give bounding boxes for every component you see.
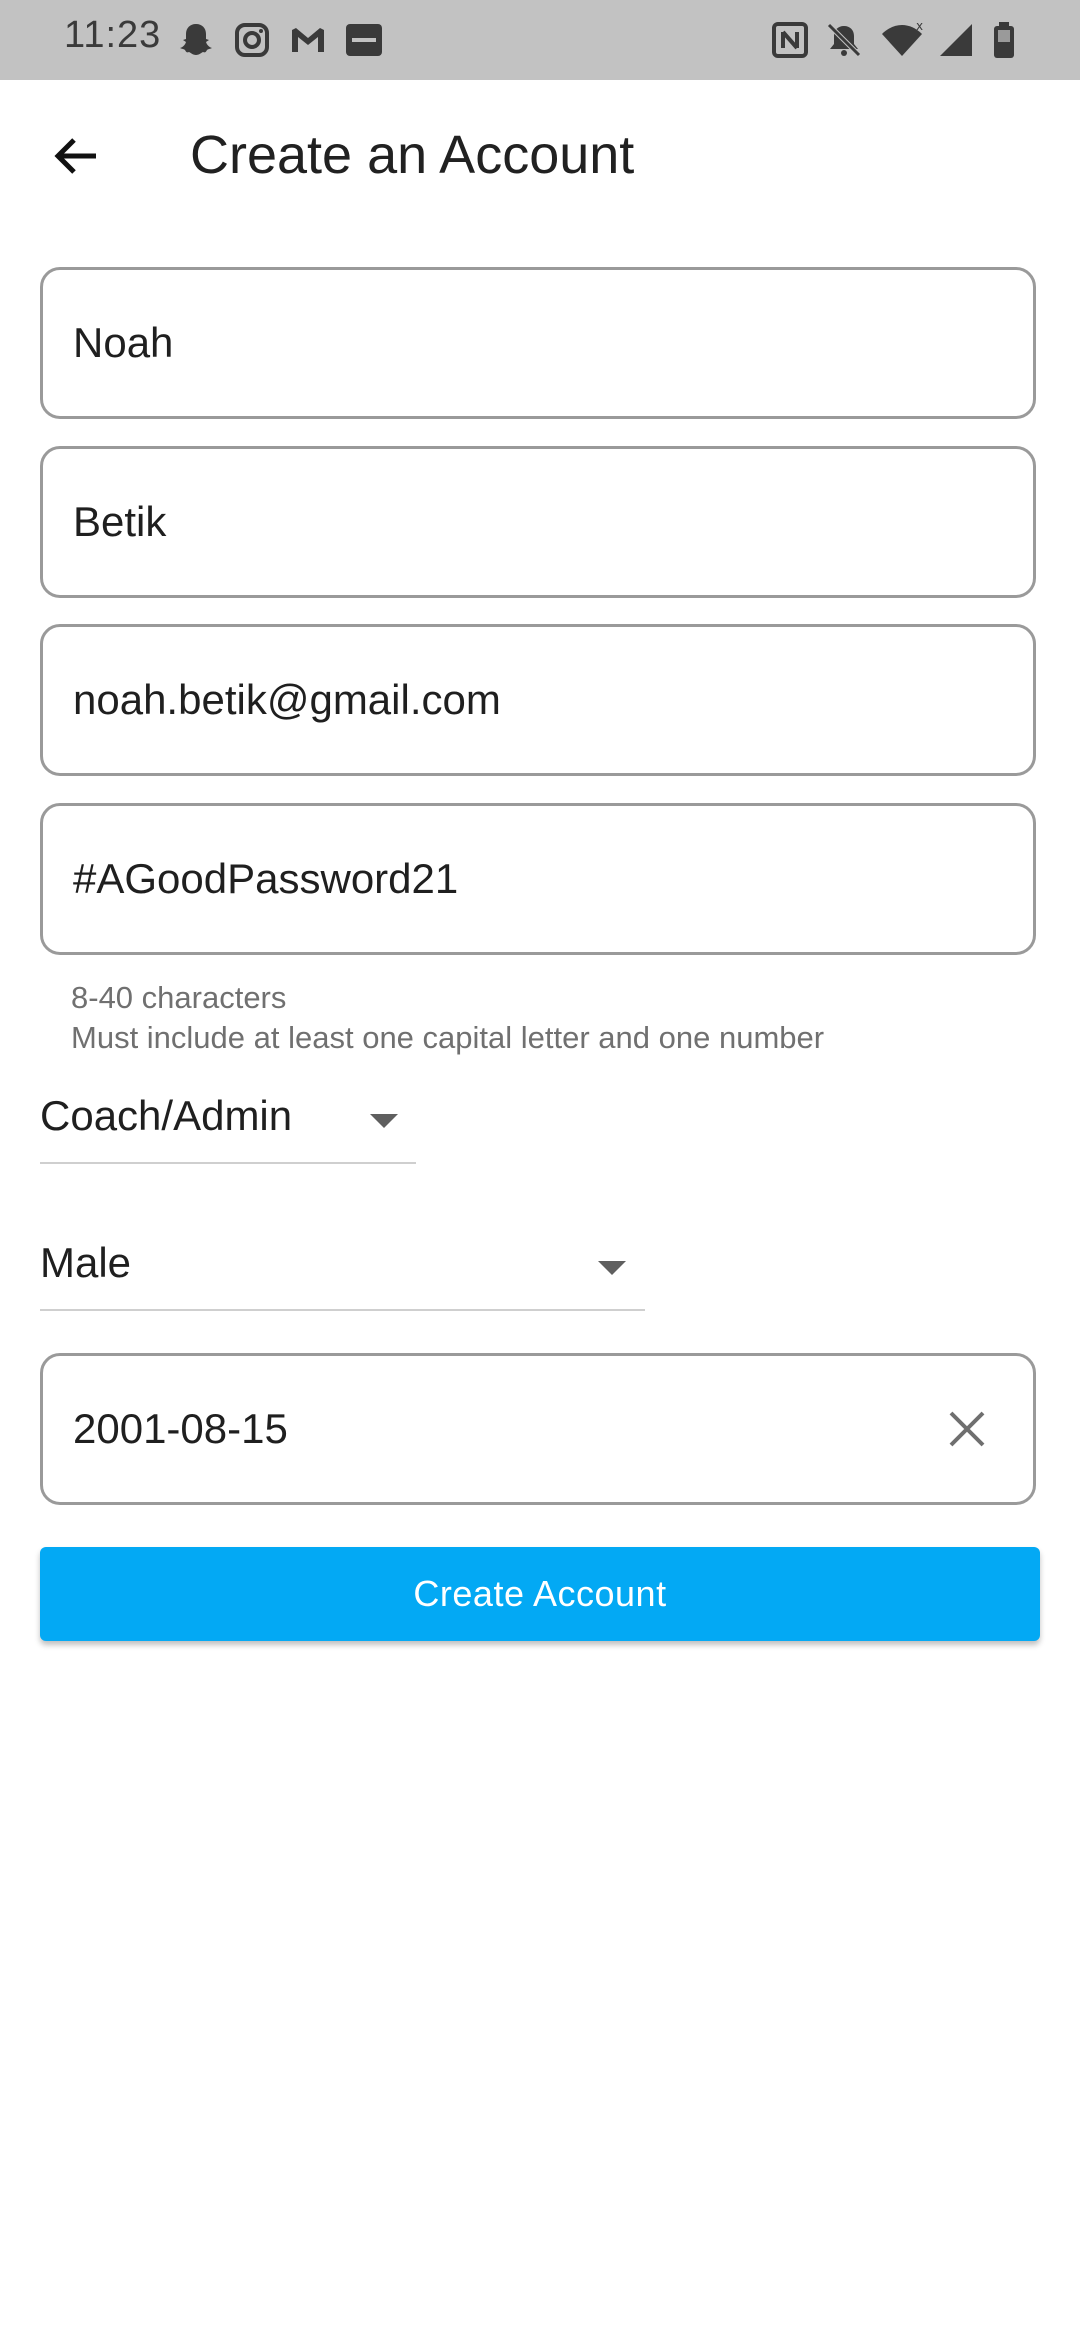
- signal-icon: [936, 20, 976, 60]
- role-select-value: Coach/Admin: [40, 1092, 293, 1139]
- last-name-value: Betik: [73, 498, 167, 545]
- snapchat-icon: [176, 20, 216, 60]
- instagram-icon: [232, 20, 272, 60]
- first-name-field[interactable]: Noah: [40, 267, 1036, 419]
- password-field[interactable]: #AGoodPassword21: [40, 803, 1036, 955]
- gender-select[interactable]: Male: [40, 1231, 645, 1311]
- status-time: 11:23: [64, 14, 162, 56]
- svg-text:x: x: [916, 20, 923, 33]
- battery-icon: [990, 20, 1030, 60]
- create-account-button[interactable]: Create Account: [40, 1547, 1040, 1641]
- close-icon: [949, 1411, 985, 1447]
- app-bar: Create an Account: [0, 80, 1080, 232]
- status-bar: 11:23 x: [0, 0, 1080, 80]
- arrow-back-icon: [54, 138, 96, 174]
- create-account-label: Create Account: [413, 1573, 667, 1614]
- notifications-off-icon: [824, 20, 864, 60]
- dropdown-arrow-icon: [598, 1261, 626, 1275]
- email-field[interactable]: noah.betik@gmail.com: [40, 624, 1036, 776]
- nfc-icon: [770, 20, 810, 60]
- role-select[interactable]: Coach/Admin: [40, 1084, 416, 1164]
- birthdate-value: 2001-08-15: [73, 1405, 288, 1452]
- email-value: noah.betik@gmail.com: [73, 676, 501, 723]
- password-value: #AGoodPassword21: [73, 855, 459, 902]
- page-title: Create an Account: [190, 125, 635, 185]
- last-name-field[interactable]: Betik: [40, 446, 1036, 598]
- dropdown-arrow-icon: [370, 1114, 398, 1128]
- clear-date-button[interactable]: [937, 1399, 997, 1459]
- back-button[interactable]: [40, 120, 112, 192]
- password-helper-rules: Must include at least one capital letter…: [71, 1020, 825, 1055]
- gender-select-value: Male: [40, 1239, 132, 1286]
- gmail-icon: [288, 20, 328, 60]
- tsn-icon: [344, 20, 384, 60]
- password-helper-length: 8-40 characters: [71, 980, 287, 1015]
- birthdate-field[interactable]: 2001-08-15: [40, 1353, 1036, 1505]
- wifi-icon: x: [880, 19, 923, 60]
- first-name-value: Noah: [73, 319, 174, 366]
